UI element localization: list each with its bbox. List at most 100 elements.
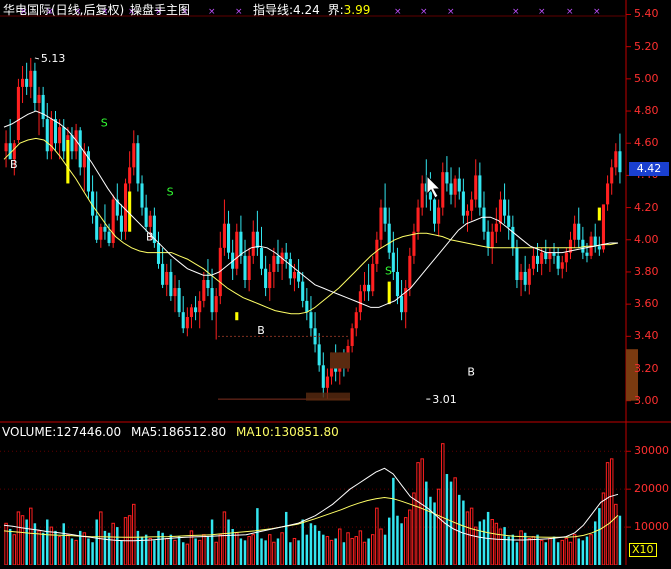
- price-candles: [4, 57, 622, 400]
- volume-bar: [103, 530, 107, 565]
- volume-bar: [54, 530, 57, 565]
- chart-type-name: 操盘手主图: [130, 3, 191, 17]
- volume-bar: [301, 519, 304, 565]
- volume-bar: [74, 539, 78, 566]
- candle-body: [457, 178, 461, 192]
- volume-bar: [392, 477, 395, 565]
- candle-body: [362, 284, 367, 292]
- volume-bar: [416, 462, 420, 566]
- volume-bar: [107, 532, 111, 565]
- candle-body: [474, 175, 478, 200]
- candle-body: [259, 247, 264, 269]
- volume-bar: [420, 458, 424, 566]
- candle-body: [556, 255, 560, 269]
- volume-bar: [157, 530, 160, 565]
- candle-body: [181, 312, 185, 329]
- volume-bar: [20, 515, 25, 566]
- price-tick-label: 3.60: [634, 297, 659, 311]
- candle-body: [128, 167, 132, 184]
- volume-bar: [4, 522, 8, 566]
- candle-body: [321, 365, 325, 388]
- stock-chart[interactable]: ×××××××××××××××× 5.133.013.93-3.BBBBBBSS…: [0, 0, 671, 566]
- guide-line-readout: 指导线:4.24 界:3.99: [253, 3, 370, 17]
- candle-body: [618, 151, 622, 173]
- signal-bar: [387, 281, 391, 305]
- price-tick-label: 4.00: [634, 232, 659, 246]
- candle-body: [255, 231, 259, 248]
- volume-bar: [593, 521, 597, 565]
- volume-bar: [82, 532, 87, 566]
- candle-body: [243, 255, 247, 280]
- candle-body: [161, 263, 165, 285]
- candle-body: [367, 284, 371, 292]
- volume-bar: [120, 540, 123, 565]
- volume-bar: [70, 538, 74, 565]
- candle-body: [177, 288, 181, 313]
- volume-bar: [425, 481, 428, 565]
- volume-bar: [358, 530, 363, 566]
- candle-body: [379, 207, 383, 240]
- candle-body: [268, 271, 272, 289]
- candle-body: [301, 281, 305, 301]
- volume-bar: [239, 538, 243, 565]
- volume-bar: [210, 519, 214, 565]
- volume-bar: [581, 540, 585, 565]
- candle-body: [251, 231, 255, 256]
- candle-body: [194, 307, 198, 313]
- volume-bar: [29, 507, 33, 566]
- candle-body: [78, 130, 82, 168]
- chart-canvas[interactable]: ×××××××××××××××× 5.133.013.93-3.BBBBBBSS…: [0, 0, 671, 566]
- signal-bar: [128, 191, 132, 232]
- sell-signal-label: S: [101, 116, 108, 129]
- volume-bar: [62, 523, 65, 565]
- volume-tick-label: 20000: [634, 482, 669, 496]
- volume-bar: [264, 540, 267, 565]
- volume-bar: [436, 488, 441, 566]
- volume-bar: [572, 534, 577, 566]
- volume-bar: [453, 477, 457, 566]
- volume-bar: [289, 542, 292, 565]
- top-marker: ×: [208, 7, 216, 17]
- volume-bar: [322, 534, 325, 565]
- candle-body: [202, 280, 206, 301]
- candle-body: [482, 207, 486, 232]
- current-price-value: 4.42: [636, 162, 662, 175]
- volume-bar: [338, 528, 342, 566]
- candle-body: [564, 252, 568, 263]
- candle-body: [601, 204, 606, 250]
- volume-bar: [12, 534, 17, 566]
- volume-bar: [383, 534, 387, 565]
- candle-body: [461, 191, 465, 216]
- volume-bar: [305, 534, 309, 565]
- volume-bar: [8, 528, 12, 565]
- buy-signal-label: B: [146, 231, 154, 244]
- volume-bar: [280, 532, 284, 566]
- volume-bar: [494, 522, 499, 566]
- candle-body: [519, 271, 523, 280]
- volume-bars: [3, 443, 622, 566]
- candle-body: [350, 328, 354, 346]
- volume-bar: [313, 525, 317, 565]
- candle-body: [37, 94, 41, 103]
- volume-bar: [284, 511, 288, 565]
- range-box: [330, 352, 350, 369]
- volume-bar: [185, 543, 190, 566]
- volume-bar: [564, 537, 569, 566]
- current-price-badge: 4.42: [629, 162, 669, 176]
- volume-bar: [458, 494, 461, 565]
- candle-body: [62, 127, 66, 152]
- volume-bar: [507, 536, 510, 565]
- volume-bar: [111, 522, 115, 566]
- candle-body: [585, 252, 589, 256]
- volume-bar: [429, 496, 432, 565]
- volume-bar: [25, 519, 28, 565]
- candle-body: [132, 143, 136, 168]
- candle-body: [400, 296, 404, 313]
- volume-bar: [614, 503, 618, 566]
- candle-body: [185, 317, 189, 329]
- price-tick-label: 5.20: [634, 39, 659, 53]
- volume-tick-label: 30000: [634, 444, 669, 458]
- volume-bar: [202, 534, 206, 566]
- candle-body: [95, 215, 99, 240]
- volume-bar: [490, 519, 494, 566]
